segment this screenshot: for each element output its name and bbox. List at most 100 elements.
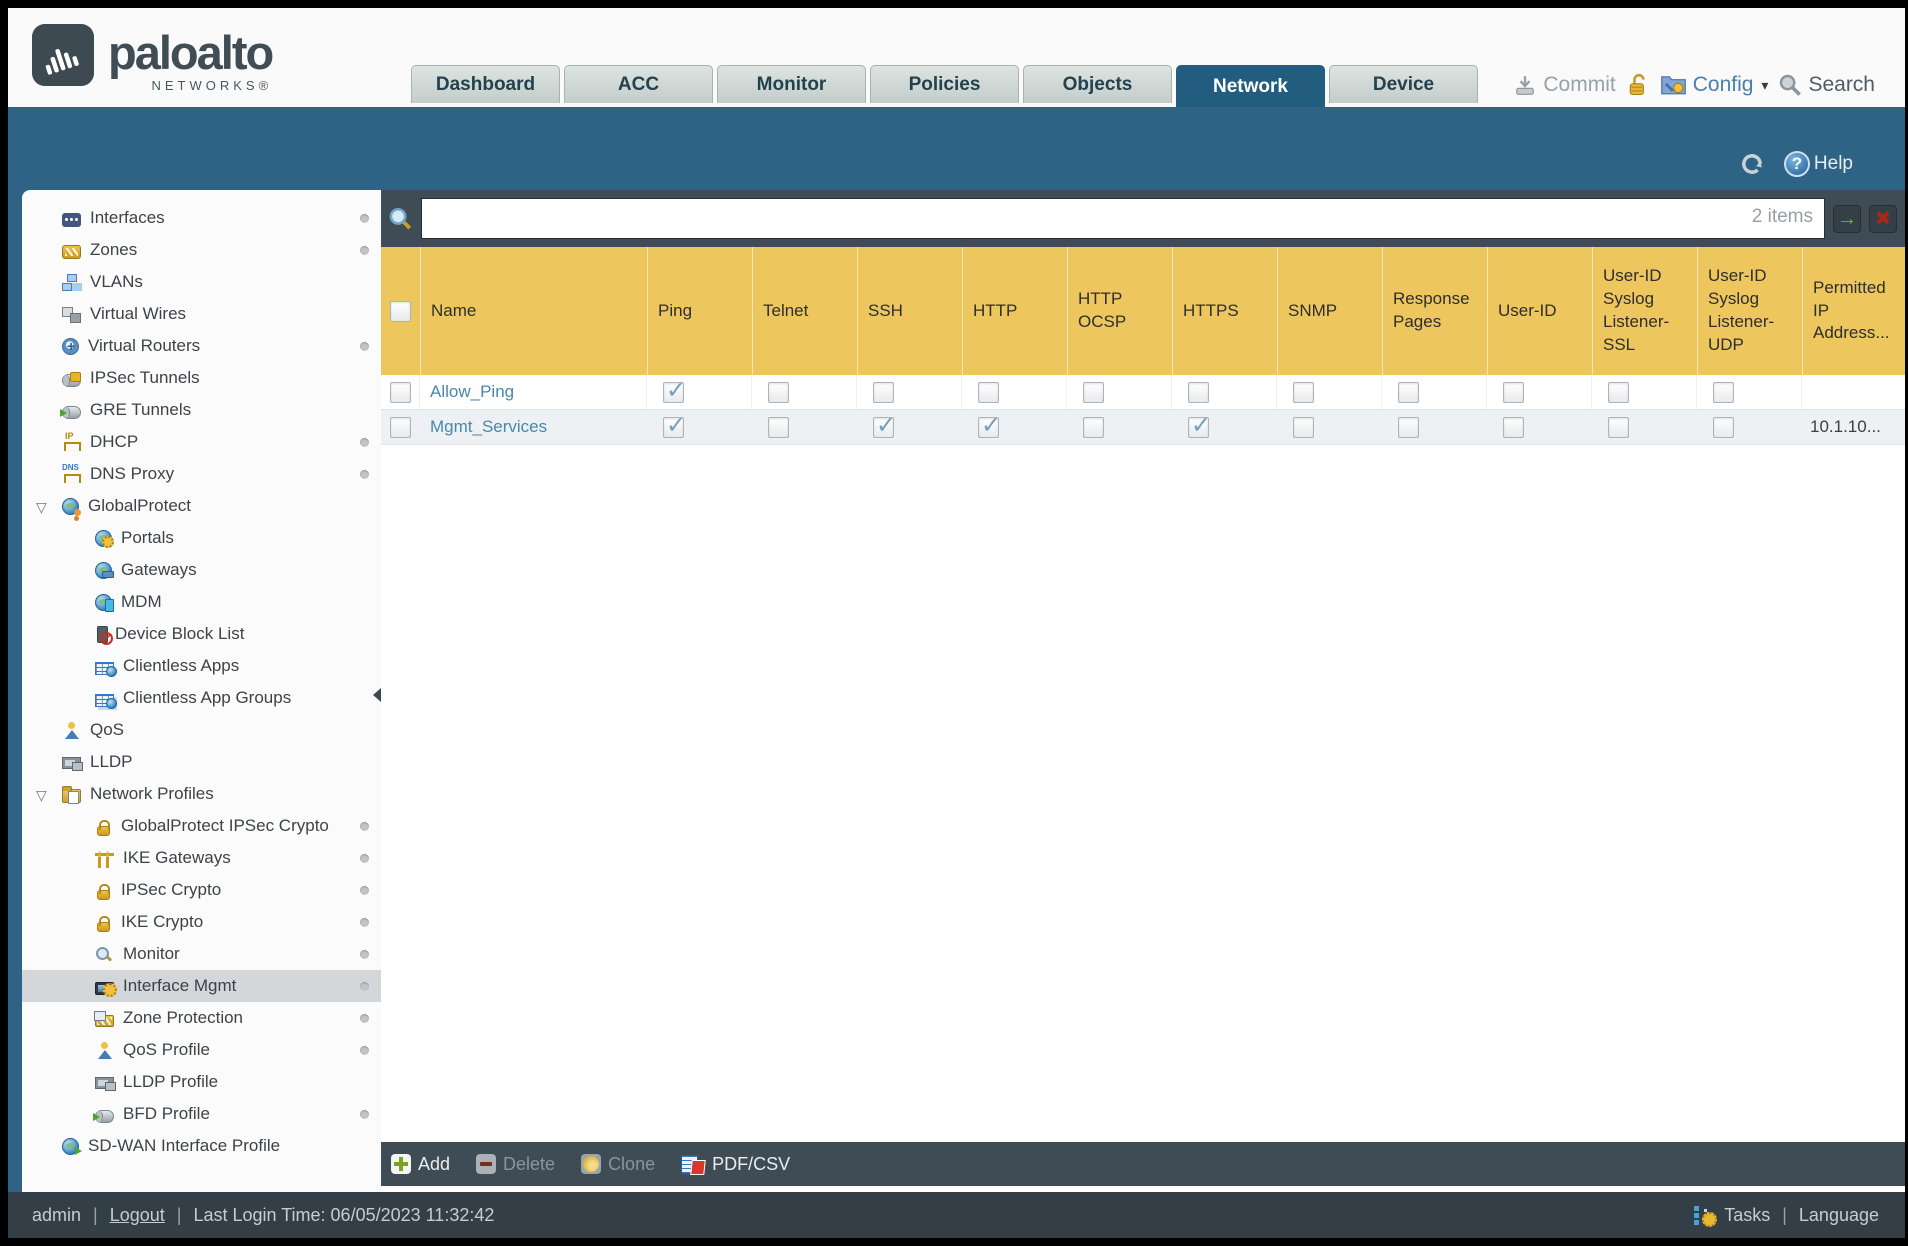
sidebar-item-globalprotect-ipsec-crypto[interactable]: GlobalProtect IPSec Crypto (22, 810, 381, 842)
user-id-checkbox[interactable] (1503, 381, 1524, 403)
user-id-syslog-listener-ssl-checkbox[interactable] (1608, 381, 1629, 403)
header-cell-ping[interactable]: Ping (647, 247, 752, 375)
sidebar-item-clientless-app-groups[interactable]: Clientless App Groups (22, 682, 381, 714)
lock-icon[interactable] (1626, 72, 1650, 98)
sidebar-item-virtual-wires[interactable]: Virtual Wires (22, 298, 381, 330)
sidebar-item-network-profiles[interactable]: ▽ Network Profiles (22, 778, 381, 810)
ssh-checkbox[interactable] (873, 411, 896, 440)
sidebar-collapse-handle[interactable] (373, 688, 381, 702)
user-id-syslog-listener-udp-checkbox[interactable] (1713, 381, 1734, 403)
snmp-checkbox[interactable] (1293, 381, 1314, 403)
clear-filter-button[interactable]: ✖ (1869, 204, 1897, 233)
tab-network[interactable]: Network (1176, 65, 1325, 107)
header-cell-snmp[interactable]: SNMP (1277, 247, 1382, 375)
refresh-icon[interactable] (1738, 150, 1766, 178)
sidebar-item-clientless-apps[interactable]: Clientless Apps (22, 650, 381, 682)
user-id-checkbox[interactable] (1503, 416, 1524, 438)
user-id-syslog-listener-ssl-checkbox[interactable] (1608, 416, 1629, 438)
row-select-checkbox[interactable] (389, 381, 411, 403)
sidebar-item-dhcp[interactable]: DHCP (22, 426, 381, 458)
header-cell-user-id-syslog-listener-udp[interactable]: User-ID Syslog Listener-UDP (1697, 247, 1802, 375)
http-checkbox[interactable] (978, 381, 999, 403)
profile-name-link[interactable]: Mgmt_Services (420, 410, 647, 444)
sidebar-item-monitor[interactable]: Monitor (22, 938, 381, 970)
sidebar-item-ike-crypto[interactable]: IKE Crypto (22, 906, 381, 938)
sidebar-item-ipsec-crypto[interactable]: IPSec Crypto (22, 874, 381, 906)
sidebar-item-ipsec-tunnels[interactable]: IPSec Tunnels (22, 362, 381, 394)
config-menu[interactable]: Config ▾ (1660, 73, 1768, 97)
header-cell-name[interactable]: Name (420, 247, 647, 375)
expander-triangle-icon[interactable]: ▽ (36, 787, 47, 804)
header-cell-telnet[interactable]: Telnet (752, 247, 857, 375)
sidebar-item-zone-protection[interactable]: Zone Protection (22, 1002, 381, 1034)
response-pages-checkbox[interactable] (1398, 416, 1419, 438)
tab-dashboard[interactable]: Dashboard (411, 65, 560, 103)
expander-triangle-icon[interactable]: ▽ (36, 499, 47, 516)
sidebar-item-globalprotect[interactable]: ▽ GlobalProtect (22, 490, 381, 522)
sidebar-item-portals[interactable]: Portals (22, 522, 381, 554)
header-cell-permitted-ip-address[interactable]: Permitted IP Address... (1802, 247, 1905, 375)
row-select-checkbox[interactable] (389, 416, 411, 438)
sidebar-item-label: GRE Tunnels (90, 400, 192, 419)
sidebar-item-gre-tunnels[interactable]: GRE Tunnels (22, 394, 381, 426)
tab-monitor[interactable]: Monitor (717, 65, 866, 103)
header-cell-user-id-syslog-listener-ssl[interactable]: User-ID Syslog Listener-SSL (1592, 247, 1697, 375)
https-checkbox[interactable] (1188, 381, 1209, 403)
http-ocsp-checkbox[interactable] (1083, 381, 1104, 403)
telnet-checkbox[interactable] (768, 381, 789, 403)
telnet-checkbox[interactable] (768, 416, 789, 438)
sidebar-item-mdm[interactable]: MDM (22, 586, 381, 618)
user-id-syslog-listener-udp-checkbox[interactable] (1713, 416, 1734, 438)
header-cell-http[interactable]: HTTP (962, 247, 1067, 375)
tab-acc[interactable]: ACC (564, 65, 713, 103)
clone-button[interactable]: Clone (581, 1154, 655, 1175)
sidebar-item-label: GlobalProtect (88, 496, 191, 515)
sidebar-item-interfaces[interactable]: Interfaces (22, 202, 381, 234)
help-button[interactable]: ? Help (1783, 151, 1853, 177)
sidebar-item-ike-gateways[interactable]: IKE Gateways (22, 842, 381, 874)
ssh-checkbox[interactable] (873, 381, 894, 403)
tasks-button[interactable]: Tasks (1724, 1205, 1770, 1226)
sidebar-item-zones[interactable]: Zones (22, 234, 381, 266)
pdf-csv-button[interactable]: PDF/CSV (681, 1154, 790, 1175)
sidebar-item-qos-profile[interactable]: QoS Profile (22, 1034, 381, 1066)
language-button[interactable]: Language (1799, 1205, 1879, 1226)
header-cell-ssh[interactable]: SSH (857, 247, 962, 375)
tab-policies[interactable]: Policies (870, 65, 1019, 103)
profile-name-link[interactable]: Allow_Ping (420, 375, 647, 409)
apply-filter-button[interactable]: → (1833, 204, 1861, 233)
sidebar-item-virtual-routers[interactable]: Virtual Routers (22, 330, 381, 362)
header-cell-https[interactable]: HTTPS (1172, 247, 1277, 375)
dhcp-icon (62, 431, 81, 451)
response-pages-checkbox[interactable] (1398, 381, 1419, 403)
commit-button[interactable]: Commit (1513, 73, 1616, 97)
global-search-button[interactable]: Search (1778, 73, 1875, 97)
http-checkbox[interactable] (978, 411, 1001, 440)
snmp-checkbox[interactable] (1293, 416, 1314, 438)
sidebar-item-qos[interactable]: QoS (22, 714, 381, 746)
table-body: Allow_PingMgmt_Services 10.1.10... (381, 375, 1905, 445)
logout-link[interactable]: Logout (110, 1205, 165, 1226)
header-cell-response-pages[interactable]: Response Pages (1382, 247, 1487, 375)
add-button[interactable]: Add (391, 1154, 450, 1175)
delete-button[interactable]: Delete (476, 1154, 555, 1175)
sidebar-item-bfd-profile[interactable]: BFD Profile (22, 1098, 381, 1130)
sidebar-item-vlans[interactable]: VLANs (22, 266, 381, 298)
sidebar-item-interface-mgmt[interactable]: Interface Mgmt (22, 970, 381, 1002)
ping-checkbox[interactable] (663, 376, 686, 405)
header-cell-http-ocsp[interactable]: HTTP OCSP (1067, 247, 1172, 375)
ping-checkbox[interactable] (663, 411, 686, 440)
header-cell-user-id[interactable]: User-ID (1487, 247, 1592, 375)
sidebar-item-lldp-profile[interactable]: LLDP Profile (22, 1066, 381, 1098)
sidebar-item-sd-wan-interface-profile[interactable]: SD-WAN Interface Profile (22, 1130, 381, 1162)
tab-objects[interactable]: Objects (1023, 65, 1172, 103)
http-ocsp-checkbox[interactable] (1083, 416, 1104, 438)
tab-device[interactable]: Device (1329, 65, 1478, 103)
sidebar-item-dns-proxy[interactable]: DNS Proxy (22, 458, 381, 490)
https-checkbox[interactable] (1188, 411, 1211, 440)
filter-input[interactable] (421, 198, 1825, 239)
sidebar-item-gateways[interactable]: Gateways (22, 554, 381, 586)
sidebar-item-device-block-list[interactable]: Device Block List (22, 618, 381, 650)
select-all-checkbox[interactable] (390, 300, 411, 322)
sidebar-item-lldp[interactable]: LLDP (22, 746, 381, 778)
